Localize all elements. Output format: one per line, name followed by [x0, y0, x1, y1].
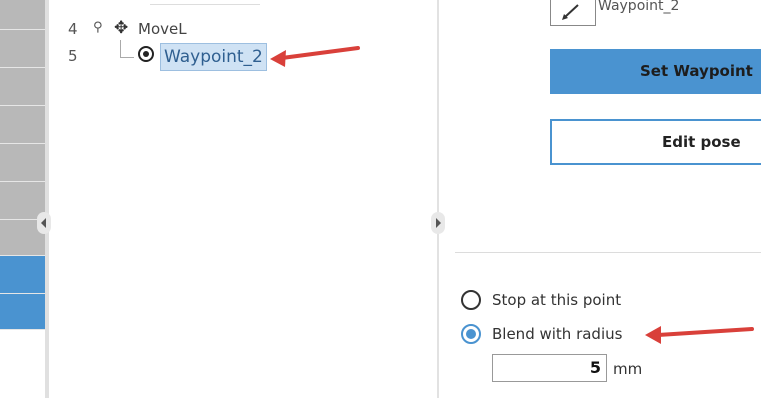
strip-tab-active[interactable] — [0, 294, 45, 330]
blend-with-radius-label: Blend with radius — [492, 325, 623, 343]
movel-node-label[interactable]: MoveL — [138, 20, 187, 38]
section-divider — [455, 252, 761, 253]
stop-at-point-radio[interactable] — [461, 290, 481, 310]
pencil-icon — [562, 4, 579, 20]
breakpoint-pin-icon[interactable]: ⚲ — [93, 20, 103, 35]
line-number: 4 — [68, 20, 78, 38]
left-tab-strip — [0, 0, 45, 398]
blend-radius-input[interactable]: 5 — [492, 354, 607, 382]
stop-at-point-label: Stop at this point — [492, 291, 622, 309]
waypoint-node-label[interactable]: Waypoint_2 — [160, 43, 267, 71]
strip-tab[interactable] — [0, 30, 45, 68]
program-tree: 4 ⚲ ✥ MoveL 5 Waypoint_2 — [50, 0, 435, 398]
panel-divider — [437, 0, 439, 398]
set-waypoint-button[interactable]: Set Waypoint — [550, 49, 761, 94]
strip-tab[interactable] — [0, 68, 45, 106]
strip-tab[interactable] — [0, 144, 45, 182]
cut-off-tree-node — [150, 0, 260, 5]
radius-unit-label: mm — [613, 360, 643, 378]
edit-pose-button[interactable]: Edit pose — [550, 119, 761, 165]
strip-tab[interactable] — [0, 0, 45, 30]
waypoint-icon — [138, 46, 154, 62]
waypoint-settings-panel: Waypoint_2 Set Waypoint Edit pose Stop a… — [440, 0, 761, 398]
move-cross-icon: ✥ — [114, 18, 129, 38]
blend-with-radius-radio[interactable] — [461, 324, 481, 344]
collapse-left-handle[interactable] — [37, 212, 51, 234]
strip-tab-active[interactable] — [0, 256, 45, 294]
annotation-arrow — [645, 326, 754, 344]
tree-connector — [120, 40, 121, 58]
strip-divider — [45, 0, 49, 398]
line-number: 5 — [68, 47, 78, 65]
strip-tab[interactable] — [0, 106, 45, 144]
waypoint-name: Waypoint_2 — [598, 0, 680, 14]
annotation-arrow — [270, 46, 360, 67]
rename-button[interactable] — [550, 0, 596, 26]
tree-connector — [120, 57, 134, 58]
radio-selected-dot — [466, 329, 476, 339]
